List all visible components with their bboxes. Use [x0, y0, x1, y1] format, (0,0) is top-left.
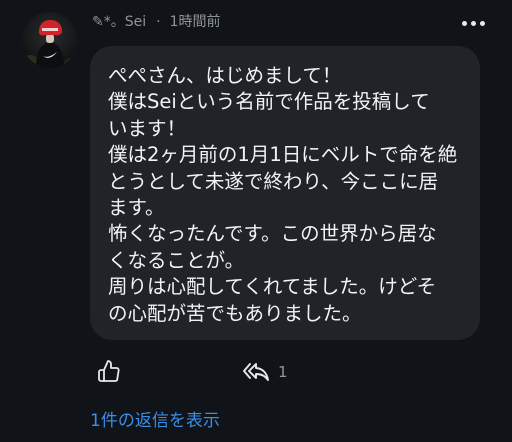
- comment-bubble: ぺぺさん、はじめまして！ 僕はSeiという名前で作品を投稿して います！ 僕は2…: [90, 46, 480, 340]
- comment-text-line: ぺぺさん、はじめまして！: [108, 64, 342, 87]
- author-name[interactable]: ✎*。Sei: [92, 14, 146, 30]
- like-button[interactable]: [97, 359, 121, 383]
- reply-all-icon: [243, 363, 269, 381]
- comment-text-line: ます。: [108, 195, 165, 219]
- more-horizontal-icon[interactable]: [456, 12, 490, 34]
- comment-text-line: 僕はSeiという名前で作品を投稿して: [108, 90, 430, 114]
- reply-button[interactable]: [242, 360, 270, 384]
- view-replies-link[interactable]: 1件の返信を表示: [90, 409, 220, 433]
- comment-text-line: の心配が苦でもありました。: [108, 301, 362, 325]
- more-dot: [470, 20, 476, 26]
- header-separator: ·: [156, 14, 161, 30]
- comment-text-line: とうとして未遂で終わり、今ここに居: [108, 169, 439, 193]
- comment-header: ✎*。Sei · 1時間前: [92, 11, 221, 33]
- comment-text-line: 怖くなったんです。この世界から居な: [108, 222, 437, 246]
- more-dot: [479, 20, 485, 26]
- thumbs-up-icon: [98, 360, 120, 382]
- comment-text-line: くなることが。: [108, 248, 245, 272]
- timestamp: 1時間前: [169, 14, 221, 30]
- comment-text-line: います！: [108, 116, 187, 140]
- comment-text-line: 周りは心配してくれてました。けどそ: [108, 275, 437, 299]
- comment-text-line: 僕は2ヶ月前の1月1日にベルトで命を絶: [108, 143, 458, 167]
- avatar-image: [22, 12, 78, 68]
- avatar[interactable]: [22, 12, 78, 68]
- reply-count: 1: [278, 363, 288, 381]
- more-dot: [461, 20, 467, 26]
